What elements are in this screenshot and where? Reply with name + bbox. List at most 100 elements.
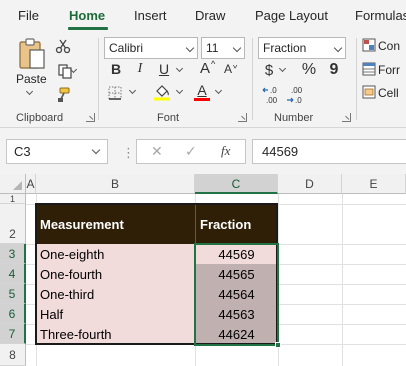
cut-button[interactable]: [54, 37, 72, 55]
row-header-5[interactable]: 5: [0, 284, 26, 304]
more-icon[interactable]: ⋮: [122, 145, 135, 161]
tab-draw[interactable]: Draw: [195, 8, 225, 23]
column-header-d[interactable]: D: [278, 174, 342, 194]
table-cell-name[interactable]: One-fourth: [36, 264, 195, 284]
svg-text:.0: .0: [295, 96, 302, 105]
table-cell-value[interactable]: 44565: [195, 264, 278, 284]
underline-dropdown-icon[interactable]: [175, 64, 184, 73]
svg-text:.00: .00: [291, 86, 303, 95]
bold-button[interactable]: B: [108, 60, 124, 78]
row-header-4[interactable]: 4: [0, 264, 26, 284]
format-as-table-icon: [362, 62, 376, 76]
column-header-a[interactable]: A: [26, 174, 36, 194]
select-all-button[interactable]: [0, 174, 26, 194]
paste-icon: [19, 38, 45, 69]
tab-home[interactable]: Home: [69, 8, 105, 23]
worksheet-grid[interactable]: A B C D E 1 2 3 4 5 6 7 8 Measurement Fr…: [0, 174, 406, 366]
chevron-down-icon: [232, 43, 242, 53]
row-header-7[interactable]: 7: [0, 324, 26, 344]
chevron-down-icon: [185, 43, 195, 53]
font-color-swatch: [194, 98, 210, 101]
table-header-measurement[interactable]: Measurement: [36, 205, 195, 244]
group-separator: [356, 38, 357, 120]
cancel-icon[interactable]: ✕: [151, 143, 163, 160]
borders-button[interactable]: [106, 84, 124, 102]
table-header-fraction[interactable]: Fraction: [195, 205, 278, 244]
clipboard-launcher-icon[interactable]: [86, 113, 95, 122]
copy-button[interactable]: [54, 62, 78, 80]
group-separator: [98, 38, 99, 120]
borders-dropdown-icon[interactable]: [128, 86, 137, 95]
fill-color-button[interactable]: [152, 82, 172, 102]
row-header-2[interactable]: 2: [0, 204, 26, 244]
tab-file[interactable]: File: [18, 8, 39, 23]
font-name-combo[interactable]: Calibri: [104, 37, 198, 59]
format-as-table-button[interactable]: [362, 62, 376, 76]
column-header-e[interactable]: E: [342, 174, 406, 194]
conditional-formatting-button[interactable]: [362, 38, 376, 52]
table-cell-value[interactable]: 44624: [195, 324, 278, 344]
font-launcher-icon[interactable]: [238, 113, 247, 122]
paste-button[interactable]: [14, 36, 50, 72]
table-cell-value[interactable]: 44563: [195, 304, 278, 324]
formula-input[interactable]: 44569: [252, 139, 406, 164]
row-header-1[interactable]: 1: [0, 194, 26, 204]
column-header-b[interactable]: B: [36, 174, 195, 194]
format-as-table-label[interactable]: Forr: [378, 63, 400, 77]
font-group-label: Font: [157, 112, 180, 124]
increase-decimal-button[interactable]: .0 .00: [262, 84, 284, 106]
table-cell-name[interactable]: Three-fourth: [36, 324, 195, 344]
svg-text:.0: .0: [270, 86, 277, 95]
conditional-formatting-icon: [362, 38, 376, 52]
font-color-button[interactable]: A: [192, 82, 212, 102]
column-header-c[interactable]: C: [195, 174, 278, 194]
borders-icon: [108, 86, 122, 100]
table-cell-name[interactable]: One-third: [36, 284, 195, 304]
row-header-8[interactable]: 8: [0, 344, 26, 366]
decrease-decimal-icon: .00 .0: [287, 86, 303, 105]
currency-button[interactable]: $: [262, 60, 276, 80]
italic-button[interactable]: I: [132, 60, 148, 78]
shrink-caret-icon: ^: [233, 60, 238, 70]
tab-page-layout[interactable]: Page Layout: [255, 8, 328, 23]
number-format-combo[interactable]: Fraction: [258, 37, 346, 59]
svg-text:.00: .00: [266, 96, 278, 105]
cell-styles-button[interactable]: [362, 85, 376, 99]
enter-icon[interactable]: ✓: [185, 143, 197, 160]
name-box-value: C3: [14, 144, 31, 159]
paste-label[interactable]: Paste: [16, 72, 47, 86]
format-painter-button[interactable]: [54, 86, 72, 104]
table-cell-value[interactable]: 44569: [195, 244, 278, 264]
font-size-combo[interactable]: 11: [201, 37, 245, 59]
number-format-value: Fraction: [263, 41, 307, 55]
name-box[interactable]: C3: [6, 139, 108, 164]
grow-caret-icon: ^: [211, 59, 216, 69]
font-color-dropdown-icon[interactable]: [214, 86, 223, 95]
table-cell-name[interactable]: Half: [36, 304, 195, 324]
cell-styles-label[interactable]: Cell: [378, 86, 399, 100]
increase-decimal-icon: .0 .00: [262, 86, 278, 105]
underline-button[interactable]: U: [156, 60, 172, 78]
decrease-decimal-button[interactable]: .00 .0: [286, 84, 308, 106]
tab-formulas[interactable]: Formulas: [355, 8, 406, 23]
row-header-3[interactable]: 3: [0, 244, 26, 264]
formula-bar-area: C3 ⋮ ✕ ✓ fx 44569: [0, 128, 406, 174]
currency-dropdown-icon[interactable]: [278, 64, 287, 73]
table-cell-value[interactable]: 44564: [195, 284, 278, 304]
comma-style-button[interactable]: 9: [326, 60, 342, 80]
conditional-formatting-label[interactable]: Con: [378, 39, 400, 53]
ribbon: Paste Clipboard Calibri 11 B I U A ^ A ^…: [0, 32, 406, 128]
active-tab-indicator: [68, 27, 108, 30]
font-name-value: Calibri: [109, 41, 144, 55]
insert-function-icon[interactable]: fx: [221, 143, 230, 159]
paste-dropdown-icon[interactable]: [25, 87, 34, 96]
number-launcher-icon[interactable]: [342, 113, 351, 122]
tab-insert[interactable]: Insert: [134, 8, 167, 23]
percent-button[interactable]: %: [300, 60, 318, 80]
row-header-6[interactable]: 6: [0, 304, 26, 324]
gridline: [26, 344, 406, 345]
fill-color-dropdown-icon[interactable]: [175, 86, 184, 95]
grow-font-button[interactable]: A: [198, 59, 212, 77]
fill-handle[interactable]: [275, 342, 281, 348]
table-cell-name[interactable]: One-eighth: [36, 244, 195, 264]
